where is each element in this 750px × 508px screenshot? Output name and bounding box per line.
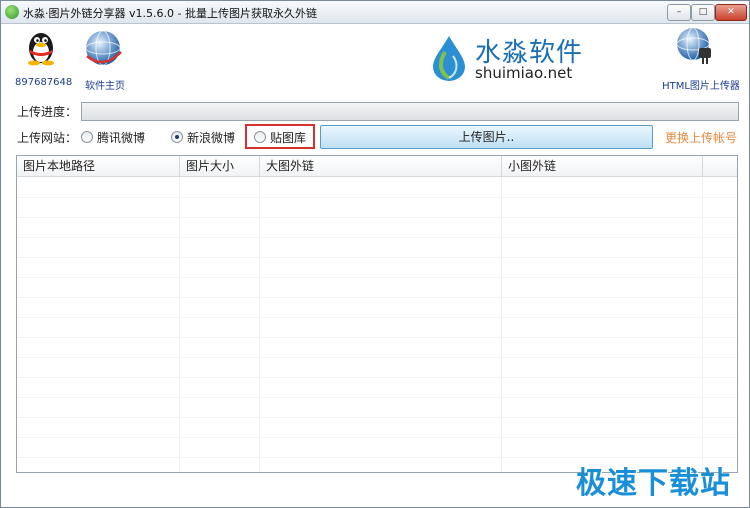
html-uploader-label: HTML图片上传器 — [662, 81, 740, 92]
column-header-large-link[interactable]: 大图外链 — [260, 156, 502, 176]
column-divider — [179, 177, 180, 472]
brand-logo: 水淼软件 shuimiao.net — [431, 30, 601, 86]
column-divider — [259, 177, 260, 472]
row-divider — [17, 317, 737, 318]
close-button[interactable]: ✕ — [715, 4, 747, 21]
column-header-size[interactable]: 图片大小 — [180, 156, 260, 176]
html-uploader-button[interactable]: HTML图片上传器 — [661, 24, 741, 92]
qq-number-label: 897687648 — [15, 77, 73, 88]
water-drop-icon — [433, 36, 465, 81]
row-divider — [17, 397, 737, 398]
column-divider — [702, 177, 703, 472]
qq-contact-button[interactable]: 897687648 — [15, 24, 73, 90]
row-divider — [17, 237, 737, 238]
radio-dot — [254, 131, 266, 143]
column-header-filler — [703, 156, 737, 176]
progress-label: 上传进度： — [17, 105, 78, 119]
row-divider — [17, 437, 737, 438]
row-divider — [17, 257, 737, 258]
maximize-button[interactable]: □ — [691, 4, 715, 21]
change-account-link[interactable]: 更换上传帐号 — [665, 129, 737, 146]
site-row: 上传网站： 腾讯微博 新浪微博 贴图库 上传图片.. 更换上传帐号 — [1, 124, 749, 150]
row-divider — [17, 337, 737, 338]
radio-tencent-weibo[interactable]: 腾讯微博 — [81, 129, 161, 145]
homepage-button[interactable]: 软件主页 — [77, 24, 133, 92]
image-list-table[interactable]: 图片本地路径 图片大小 大图外链 小图外链 — [16, 155, 738, 473]
radio-sina-weibo[interactable]: 新浪微博 — [171, 129, 251, 145]
upload-images-button[interactable]: 上传图片.. — [320, 125, 653, 149]
radio-tietuku[interactable]: 贴图库 — [254, 129, 314, 145]
toolbar: 897687648 软件主页 水淼软件 shuimiao.net HTML图片上… — [1, 24, 749, 92]
column-header-small-link[interactable]: 小图外链 — [502, 156, 703, 176]
app-icon — [5, 5, 19, 19]
row-divider — [17, 357, 737, 358]
row-divider — [17, 277, 737, 278]
table-body — [17, 177, 737, 472]
qq-penguin-icon — [28, 33, 54, 66]
app-window: 水淼·图片外链分享器 v1.5.6.0 - 批量上传图片获取永久外链 – □ ✕… — [0, 0, 750, 508]
row-divider — [17, 377, 737, 378]
radio-label: 贴图库 — [270, 131, 307, 145]
radio-label: 新浪微博 — [187, 131, 236, 145]
title-bar: 水淼·图片外链分享器 v1.5.6.0 - 批量上传图片获取永久外链 – □ ✕ — [1, 1, 749, 24]
row-divider — [17, 197, 737, 198]
homepage-label: 软件主页 — [85, 81, 125, 92]
radio-label: 腾讯微博 — [97, 131, 146, 145]
column-header-local-path[interactable]: 图片本地路径 — [17, 156, 180, 176]
radio-dot — [81, 131, 93, 143]
progress-row: 上传进度： — [1, 99, 749, 123]
radio-dot — [171, 131, 183, 143]
row-divider — [17, 417, 737, 418]
row-divider — [17, 297, 737, 298]
globe-icon — [85, 30, 122, 66]
globe-plug-icon — [676, 27, 711, 64]
upload-progress-bar — [81, 102, 739, 121]
watermark-text: 极速下载站 — [576, 466, 731, 501]
window-title: 水淼·图片外链分享器 v1.5.6.0 - 批量上传图片获取永久外链 — [23, 7, 317, 20]
logo-english-text: shuimiao.net — [475, 64, 573, 82]
minimize-button[interactable]: – — [667, 4, 691, 21]
column-divider — [501, 177, 502, 472]
row-divider — [17, 217, 737, 218]
site-label: 上传网站： — [17, 131, 78, 145]
table-header: 图片本地路径 图片大小 大图外链 小图外链 — [17, 156, 737, 177]
